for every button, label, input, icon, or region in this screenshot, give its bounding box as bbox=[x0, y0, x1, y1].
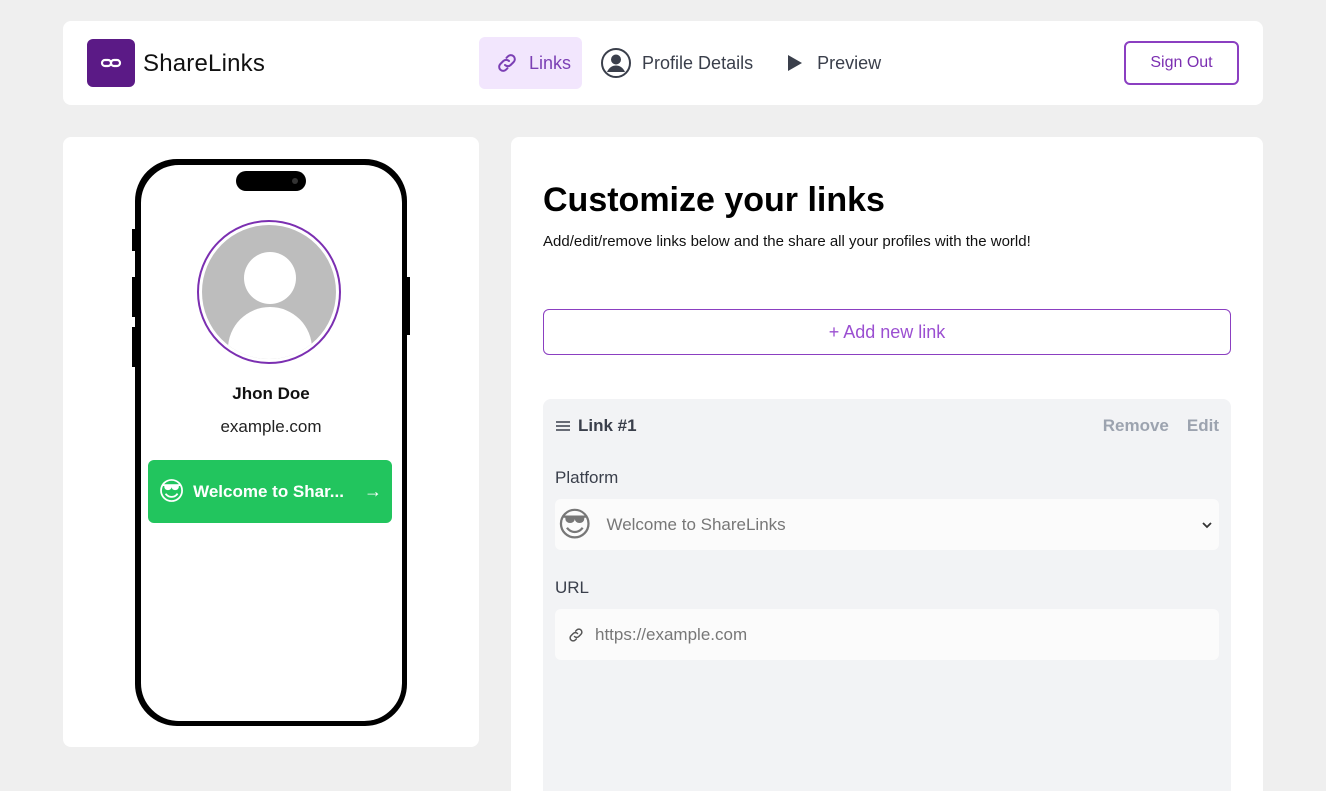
platform-select[interactable]: 😎 Welcome to ShareLinks bbox=[555, 499, 1219, 550]
link-card-header: Link #1 bbox=[556, 416, 637, 436]
arrow-right-icon: → bbox=[364, 481, 382, 501]
url-input[interactable]: https://example.com bbox=[555, 609, 1219, 660]
phone-notch bbox=[236, 171, 306, 191]
main-nav: Links Profile Details Preview bbox=[479, 37, 899, 89]
link-icon bbox=[495, 51, 519, 75]
add-new-link-button[interactable]: + Add new link bbox=[543, 309, 1231, 355]
phone-side-button bbox=[407, 277, 410, 335]
play-icon bbox=[787, 54, 803, 72]
sign-out-button[interactable]: Sign Out bbox=[1124, 41, 1239, 85]
avatar-placeholder-icon bbox=[202, 225, 336, 359]
logo[interactable] bbox=[87, 39, 135, 87]
edit-link-button[interactable]: Edit bbox=[1187, 416, 1219, 436]
drag-handle-icon[interactable] bbox=[556, 420, 570, 432]
links-editor-panel: Customize your links Add/edit/remove lin… bbox=[511, 137, 1263, 791]
chevron-down-icon bbox=[1201, 516, 1213, 532]
sunglasses-emoji-icon: 😎 bbox=[557, 505, 593, 544]
tab-profile-details-label: Profile Details bbox=[642, 52, 754, 73]
preview-link-text: Welcome to Shar... bbox=[193, 481, 344, 501]
link-card: Link #1 Remove Edit Platform 😎 Welcome t… bbox=[543, 399, 1231, 791]
brand-name: ShareLinks bbox=[143, 50, 266, 77]
remove-link-button[interactable]: Remove bbox=[1103, 416, 1169, 436]
tab-links[interactable]: Links bbox=[479, 37, 583, 89]
phone-mockup: Jhon Doe example.com 😎 Welcome to Shar..… bbox=[132, 159, 410, 726]
tab-profile-details[interactable]: Profile Details bbox=[588, 37, 765, 89]
link-icon bbox=[567, 626, 585, 644]
link-card-actions: Remove Edit bbox=[1085, 416, 1219, 436]
page-subtitle: Add/edit/remove links below and the shar… bbox=[543, 233, 1031, 250]
tab-preview[interactable]: Preview bbox=[771, 37, 893, 89]
link-icon bbox=[100, 58, 122, 68]
avatar bbox=[197, 220, 341, 364]
tab-preview-label: Preview bbox=[817, 52, 882, 73]
tab-links-label: Links bbox=[529, 52, 572, 73]
preview-link-button[interactable]: 😎 Welcome to Shar... → bbox=[148, 460, 392, 523]
url-input-placeholder: https://example.com bbox=[595, 624, 748, 644]
phone-preview-panel: Jhon Doe example.com 😎 Welcome to Shar..… bbox=[63, 137, 479, 747]
sunglasses-emoji-icon: 😎 bbox=[158, 476, 186, 506]
platform-label: Platform bbox=[555, 468, 619, 487]
profile-name: Jhon Doe bbox=[232, 384, 310, 403]
url-label: URL bbox=[555, 578, 590, 597]
page-title: Customize your links bbox=[543, 181, 885, 219]
link-card-title: Link #1 bbox=[578, 416, 637, 435]
top-navbar: ShareLinks Links Profile Details Preview… bbox=[63, 21, 1263, 105]
profile-site: example.com bbox=[220, 417, 322, 436]
user-circle-icon bbox=[600, 47, 632, 79]
platform-select-value: Welcome to ShareLinks bbox=[606, 514, 786, 534]
